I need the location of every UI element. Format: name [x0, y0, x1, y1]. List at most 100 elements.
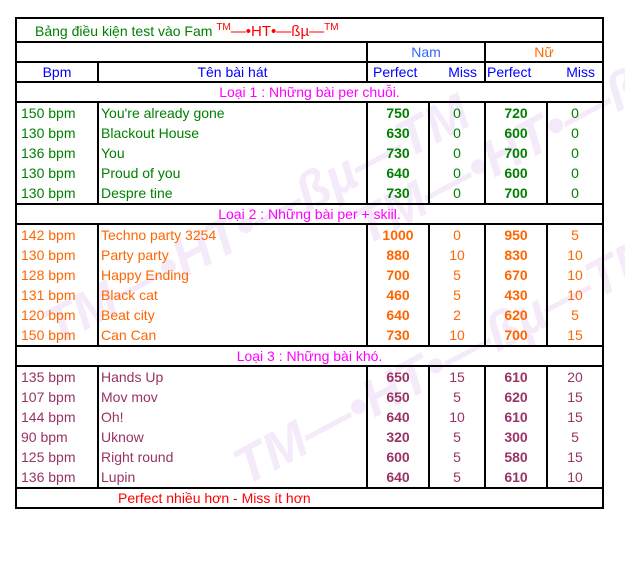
table-row: 107 bpm Mov mov 650 5 620 15 [15, 387, 604, 407]
nu-miss-cell: 15 [546, 447, 604, 467]
nam-perfect-cell: 750 [366, 102, 430, 123]
nam-perfect-cell: 650 [366, 387, 430, 407]
table-row: 150 bpm Can Can 730 10 700 15 [15, 325, 604, 347]
nu-perfect-cell: 950 [484, 224, 548, 245]
nu-miss-cell: 15 [546, 407, 604, 427]
nu-miss-cell: 0 [546, 143, 604, 163]
nam-perfect-cell: 640 [366, 305, 430, 325]
bpm-cell: 150 bpm [15, 102, 99, 123]
nu-miss-cell: 10 [546, 245, 604, 265]
table-row: 136 bpm Lupin 640 5 610 10 [15, 467, 604, 489]
bpm-cell: 130 bpm [15, 183, 99, 205]
group-header-row: Nam Nữ [15, 41, 604, 63]
table-row: 142 bpm Techno party 3254 1000 0 950 5 [15, 224, 604, 245]
category-label: Loại 3 : Những bài khó. [15, 345, 604, 367]
nam-miss-cell: 2 [428, 305, 486, 325]
nu-perfect-cell: 620 [484, 305, 548, 325]
nu-perfect-cell: 700 [484, 325, 548, 347]
group-header-empty [15, 41, 368, 63]
nam-perfect-cell: 730 [366, 143, 430, 163]
nu-perfect-cell: 700 [484, 183, 548, 205]
nam-miss-cell: 0 [428, 224, 486, 245]
nu-miss-cell: 10 [546, 285, 604, 305]
song-cell: Hands Up [97, 366, 368, 387]
table-row: 131 bpm Black cat 460 5 430 10 [15, 285, 604, 305]
category-label: Loại 2 : Những bài per + skiil. [15, 203, 604, 225]
group-header-nu: Nữ [484, 41, 604, 63]
song-cell: Techno party 3254 [97, 224, 368, 245]
table-row: 136 bpm You 730 0 700 0 [15, 143, 604, 163]
nam-miss-cell: 5 [428, 265, 486, 285]
group-header-nam: Nam [366, 41, 486, 63]
nam-perfect-cell: 640 [366, 163, 430, 183]
nu-miss-cell: 10 [546, 467, 604, 489]
column-header-bpm: Bpm [15, 61, 99, 83]
bpm-cell: 128 bpm [15, 265, 99, 285]
nam-perfect-cell: 650 [366, 366, 430, 387]
category-header-row: Loại 2 : Những bài per + skiil. [15, 203, 604, 225]
table-row: 130 bpm Party party 880 10 830 10 [15, 245, 604, 265]
nu-perfect-cell: 610 [484, 366, 548, 387]
nu-perfect-cell: 580 [484, 447, 548, 467]
bpm-cell: 130 bpm [15, 245, 99, 265]
bpm-cell: 131 bpm [15, 285, 99, 305]
trademark-right: TM [324, 22, 339, 33]
column-header-row: Bpm Tên bài hát Perfect Miss Perfect Miss [15, 61, 604, 83]
column-header-nam-perfect: Perfect [373, 64, 418, 80]
bpm-cell: 136 bpm [15, 143, 99, 163]
nam-perfect-cell: 640 [366, 407, 430, 427]
nam-miss-cell: 0 [428, 143, 486, 163]
nu-perfect-cell: 600 [484, 123, 548, 143]
nam-perfect-cell: 640 [366, 467, 430, 489]
table-title: Bảng điều kiện test vào Fam TM—•HT•—ßµ—T… [15, 17, 604, 43]
table-row: 128 bpm Happy Ending 700 5 670 10 [15, 265, 604, 285]
nam-perfect-cell: 730 [366, 325, 430, 347]
table-row: 130 bpm Blackout House 630 0 600 0 [15, 123, 604, 143]
nam-miss-cell: 15 [428, 366, 486, 387]
nam-perfect-cell: 880 [366, 245, 430, 265]
nam-miss-cell: 5 [428, 467, 486, 489]
bpm-cell: 90 bpm [15, 427, 99, 447]
nam-miss-cell: 0 [428, 123, 486, 143]
song-cell: Proud of you [97, 163, 368, 183]
nam-miss-cell: 0 [428, 183, 486, 205]
nam-miss-cell: 5 [428, 285, 486, 305]
signature-text: —•HT•—ßµ— [230, 23, 325, 40]
song-cell: You're already gone [97, 102, 368, 123]
column-header-nu-perfect: Perfect [487, 64, 532, 80]
bpm-cell: 130 bpm [15, 163, 99, 183]
bpm-cell: 136 bpm [15, 467, 99, 489]
nam-miss-cell: 10 [428, 407, 486, 427]
signature: TM—•HT•—ßµ—TM [216, 22, 339, 40]
song-cell: Right round [97, 447, 368, 467]
bpm-cell: 142 bpm [15, 224, 99, 245]
nu-perfect-cell: 620 [484, 387, 548, 407]
bpm-cell: 144 bpm [15, 407, 99, 427]
song-cell: Despre tine [97, 183, 368, 205]
nam-miss-cell: 5 [428, 427, 486, 447]
song-cell: Happy Ending [97, 265, 368, 285]
category-header-row: Loại 3 : Những bài khó. [15, 345, 604, 367]
table-row: 90 bpm Uknow 320 5 300 5 [15, 427, 604, 447]
nu-miss-cell: 0 [546, 183, 604, 205]
conditions-table: Bảng điều kiện test vào Fam TM—•HT•—ßµ—T… [15, 17, 604, 509]
song-cell: Oh! [97, 407, 368, 427]
category-label: Loại 1 : Những bài per chuỗi. [15, 81, 604, 103]
nu-miss-cell: 0 [546, 163, 604, 183]
nam-miss-cell: 0 [428, 163, 486, 183]
table-row: 125 bpm Right round 600 5 580 15 [15, 447, 604, 467]
table-row: 130 bpm Proud of you 640 0 600 0 [15, 163, 604, 183]
nu-miss-cell: 0 [546, 102, 604, 123]
column-header-nam-miss: Miss [448, 64, 477, 80]
song-cell: Can Can [97, 325, 368, 347]
table-row: 135 bpm Hands Up 650 15 610 20 [15, 366, 604, 387]
nu-miss-cell: 5 [546, 305, 604, 325]
nu-perfect-cell: 300 [484, 427, 548, 447]
title-text: Bảng điều kiện test vào Fam [35, 23, 213, 39]
nu-perfect-cell: 700 [484, 143, 548, 163]
table-row: 130 bpm Despre tine 730 0 700 0 [15, 183, 604, 205]
nam-perfect-cell: 1000 [366, 224, 430, 245]
nam-perfect-cell: 460 [366, 285, 430, 305]
song-cell: Lupin [97, 467, 368, 489]
nu-miss-cell: 5 [546, 427, 604, 447]
